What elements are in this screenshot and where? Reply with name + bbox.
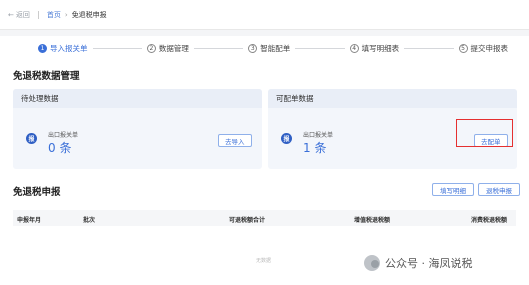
wechat-logo-icon bbox=[364, 255, 380, 271]
pending-data-card: 待处理数据 报 出口报关单 0 条 去导入 bbox=[13, 89, 262, 169]
column-header: 消费税退税额 bbox=[471, 217, 508, 224]
step-connector bbox=[92, 47, 142, 49]
step-smart-match[interactable]: 3 智能配单 bbox=[248, 43, 290, 54]
card-count: 1 条 bbox=[303, 141, 327, 155]
step-connector bbox=[295, 47, 345, 49]
card-count: 0 条 bbox=[48, 141, 72, 155]
step-import[interactable]: 1 导入报关单 bbox=[38, 43, 88, 54]
card-title: 可配单数据 bbox=[268, 89, 517, 108]
step-label: 数据管理 bbox=[158, 43, 189, 53]
table-header: 申报年月 批次 可退税额合计 增值税退税额 消费税退税额 bbox=[13, 210, 516, 226]
data-section-title: 免退税数据管理 bbox=[13, 71, 80, 82]
card-label: 出口报关单 bbox=[303, 132, 334, 139]
step-connector bbox=[193, 47, 244, 49]
column-header: 可退税额合计 bbox=[229, 217, 266, 224]
highlight-annotation bbox=[456, 119, 513, 147]
step-data-manage[interactable]: 2 数据管理 bbox=[146, 43, 189, 54]
step-fill-detail[interactable]: 4 填写明细表 bbox=[349, 43, 400, 54]
step-label: 填写明细表 bbox=[361, 43, 400, 53]
step-number: 1 bbox=[38, 43, 47, 53]
step-connector bbox=[404, 47, 454, 49]
column-header: 增值税退税额 bbox=[354, 217, 391, 224]
back-link[interactable]: ← 返回 bbox=[8, 10, 30, 20]
card-label: 出口报关单 bbox=[48, 132, 79, 139]
divider bbox=[37, 10, 39, 19]
back-arrow-icon: ← bbox=[8, 10, 14, 19]
breadcrumb-current: 免退税申报 bbox=[71, 10, 107, 19]
column-header: 批次 bbox=[83, 217, 96, 224]
declaration-section-title: 免退税申报 bbox=[13, 187, 61, 198]
step-number: 5 bbox=[458, 43, 468, 53]
column-header: 申报年月 bbox=[17, 217, 42, 224]
go-import-button[interactable]: 去导入 bbox=[218, 134, 252, 147]
step-number: 3 bbox=[248, 43, 258, 53]
card-title: 待处理数据 bbox=[13, 89, 262, 108]
chevron-right-icon: › bbox=[64, 10, 68, 19]
step-indicator: 1 导入报关单 2 数据管理 3 智能配单 4 填写明细表 5 提交申报表 bbox=[38, 42, 508, 54]
step-label: 导入报关单 bbox=[50, 43, 88, 53]
customs-declaration-icon: 报 bbox=[26, 133, 37, 144]
watermark-text: 公众号 · 海凤说税 bbox=[385, 257, 473, 270]
watermark: 公众号 · 海凤说税 bbox=[364, 255, 473, 271]
step-submit[interactable]: 5 提交申报表 bbox=[458, 43, 509, 54]
breadcrumb-bar: ← 返回 首页 › 免退税申报 bbox=[0, 0, 529, 30]
step-label: 智能配单 bbox=[260, 43, 291, 53]
refund-declare-button[interactable]: 退税申报 bbox=[478, 183, 520, 196]
empty-state-text: 无数据 bbox=[256, 258, 272, 264]
step-label: 提交申报表 bbox=[470, 43, 509, 53]
step-number: 2 bbox=[146, 43, 156, 53]
customs-declaration-icon: 报 bbox=[281, 133, 292, 144]
breadcrumb-home[interactable]: 首页 bbox=[47, 10, 61, 20]
fill-detail-button[interactable]: 填写明细 bbox=[432, 183, 474, 196]
step-number: 4 bbox=[349, 43, 359, 53]
